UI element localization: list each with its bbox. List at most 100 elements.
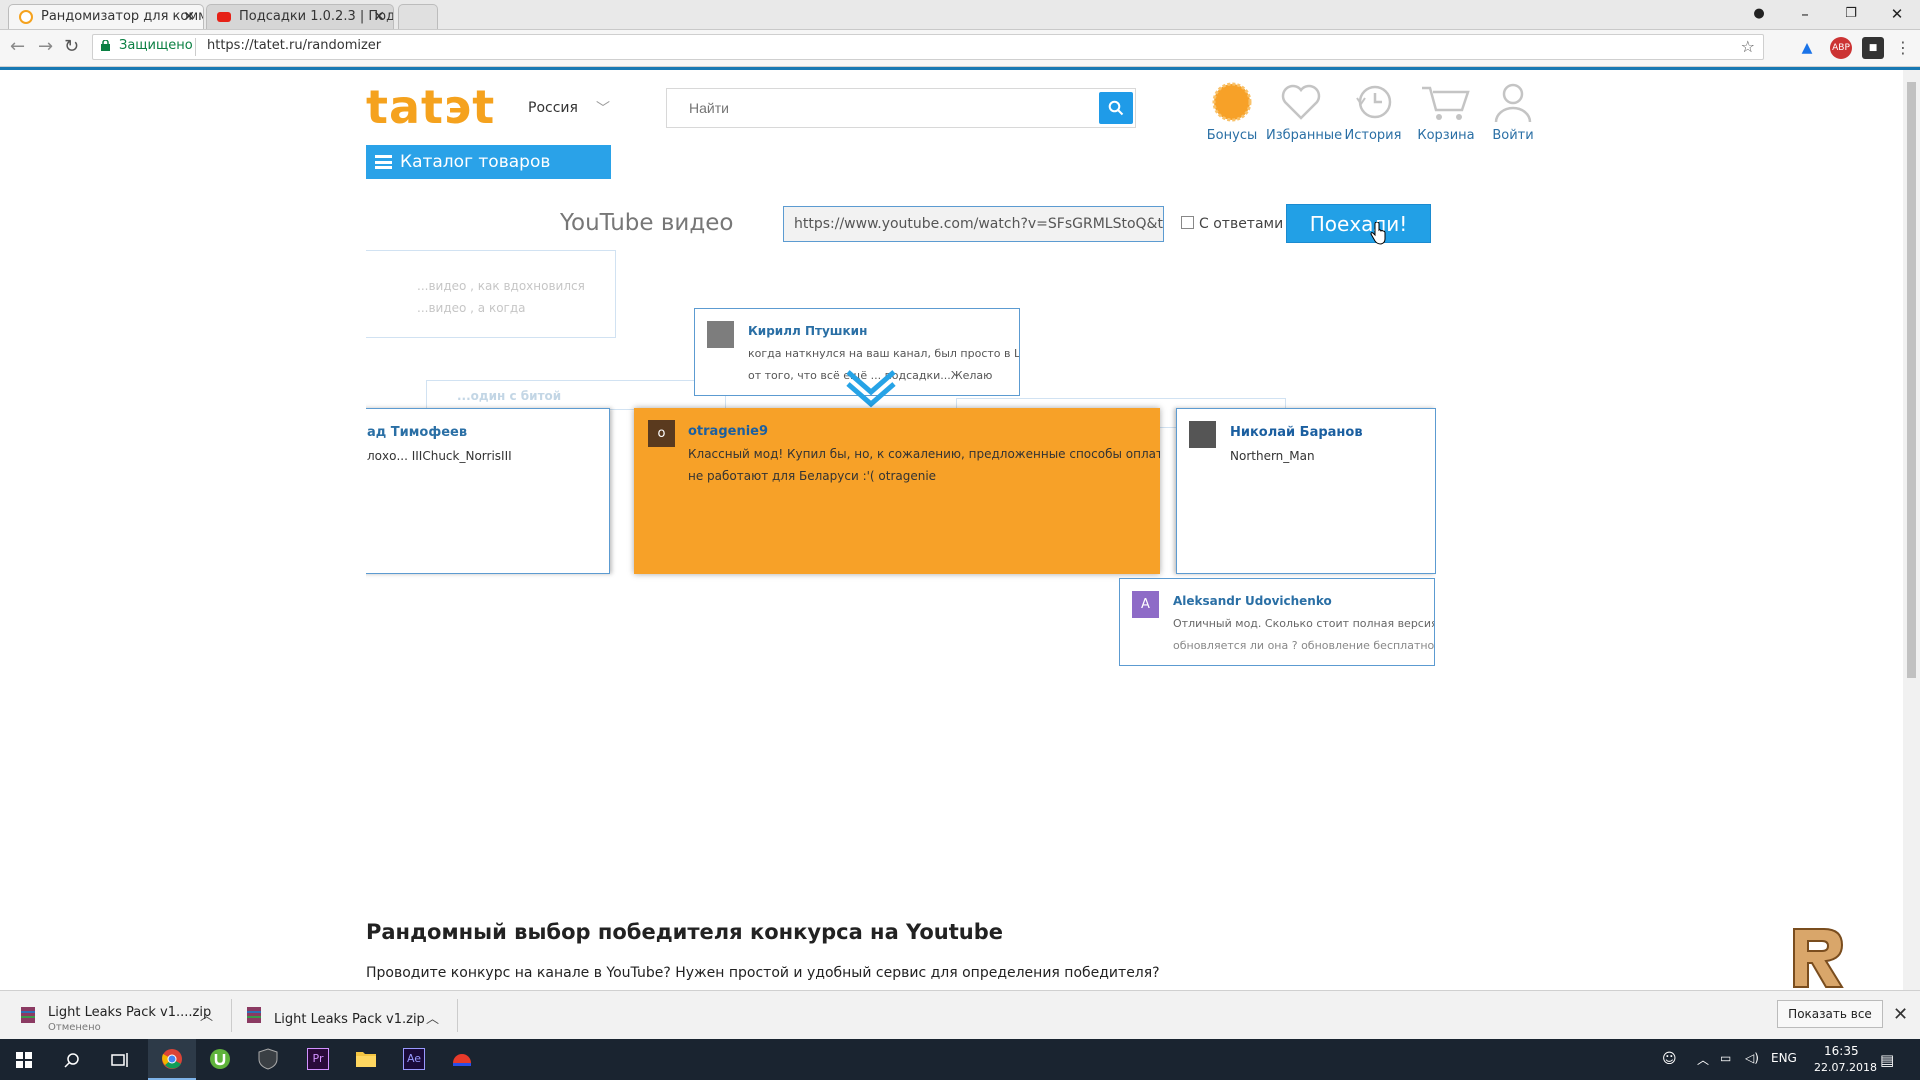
comment-card: ...видео , как вдохновился ...видео , а …	[366, 250, 616, 338]
clock-date[interactable]: 22.07.2018	[1814, 1061, 1877, 1074]
comment-card-baranov: Николай Баранов Northern_Man	[1176, 408, 1436, 574]
after-effects-icon: Ae	[403, 1048, 425, 1070]
comment-card: ...один с битой	[426, 380, 726, 410]
people-icon[interactable]: ☺	[1662, 1051, 1677, 1067]
explorer-taskbar-button[interactable]	[342, 1039, 390, 1080]
network-icon[interactable]: ▭	[1720, 1051, 1731, 1065]
checkbox-icon[interactable]	[1181, 216, 1194, 229]
back-icon[interactable]: ←	[10, 36, 25, 57]
profile-icon[interactable]: ●	[1736, 0, 1782, 28]
avatar: A	[1132, 591, 1159, 618]
chevron-down-icon[interactable]: ﹀	[596, 98, 610, 118]
search-input[interactable]	[687, 99, 1091, 117]
show-all-downloads-button[interactable]: Показать все	[1777, 1000, 1883, 1028]
channel-watermark-icon	[1793, 928, 1844, 988]
utorrent-taskbar-button[interactable]	[196, 1039, 244, 1080]
header-history[interactable]: История	[1338, 80, 1408, 143]
comment-card-udovichenko: A Aleksandr Udovichenko Отличный мод. Ск…	[1119, 578, 1435, 666]
bookmark-star-icon[interactable]: ☆	[1741, 37, 1755, 56]
youtube-url-input[interactable]: https://www.youtube.com/watch?v=SFsGRMLS…	[783, 206, 1164, 242]
utorrent-icon	[210, 1049, 230, 1069]
chevron-up-icon[interactable]: ︿	[200, 1005, 213, 1024]
tatet-favicon-icon	[19, 10, 33, 24]
forward-icon[interactable]: →	[38, 36, 53, 57]
close-downloads-icon[interactable]: ✕	[1893, 1004, 1908, 1025]
chevron-up-icon[interactable]: ︿	[426, 1008, 439, 1027]
header-login[interactable]: Войти	[1478, 80, 1548, 143]
wot-taskbar-button[interactable]	[244, 1039, 292, 1080]
archive-file-icon	[21, 1007, 35, 1023]
page-heading: Рандомный выбор победителя конкурса на Y…	[366, 920, 1003, 944]
catalog-button[interactable]: Каталог товаров	[366, 145, 611, 179]
download-item[interactable]: Light Leaks Pack v1.zip ︿	[246, 991, 446, 1040]
app-taskbar-button[interactable]	[438, 1039, 486, 1080]
bonus-sun-icon	[1212, 82, 1252, 122]
extension-badge-icon[interactable]: ■	[1862, 37, 1884, 59]
address-bar[interactable]: Защищено https://tatet.ru/randomizer ☆	[92, 34, 1764, 60]
volume-icon[interactable]: ◁)	[1745, 1051, 1759, 1065]
archive-file-icon	[247, 1007, 261, 1023]
search-button[interactable]	[1099, 92, 1133, 124]
task-view-button[interactable]	[96, 1039, 144, 1080]
chrome-menu-icon[interactable]: ⋮	[1892, 37, 1914, 59]
search-taskbar-button[interactable]	[48, 1039, 96, 1080]
url-text: https://tatet.ru/randomizer	[207, 38, 382, 53]
comment-card-timofeev: ад Тимофеев лохо... IIIChuck_NorrisIII	[366, 408, 610, 574]
tray-chevron-up-icon[interactable]: ︿	[1697, 1051, 1709, 1068]
clock-time[interactable]: 16:35	[1824, 1044, 1859, 1058]
go-button[interactable]: Поехали!	[1286, 204, 1431, 243]
premiere-icon: Pr	[307, 1048, 329, 1070]
premiere-taskbar-button[interactable]: Pr	[294, 1039, 342, 1080]
close-tab-icon[interactable]: ✕	[183, 5, 195, 29]
downloads-bar: Light Leaks Pack v1....zip Отменено ︿ Li…	[0, 990, 1920, 1040]
comments-stage: ...видео , как вдохновился ...видео , а …	[366, 240, 1436, 680]
page-scrollbar[interactable]	[1903, 70, 1920, 990]
avatar	[707, 321, 734, 348]
browser-tab-strip: Рандомизатор для комм ✕ Подсадки 1.0.2.3…	[0, 0, 1920, 30]
start-button[interactable]	[0, 1039, 48, 1080]
restore-icon[interactable]: ❐	[1828, 0, 1874, 28]
search-icon	[64, 1053, 79, 1068]
cart-icon	[1422, 86, 1470, 120]
chrome-icon	[162, 1049, 182, 1069]
site-logo[interactable]: tatэt	[366, 80, 495, 134]
minimize-icon[interactable]: –	[1782, 0, 1828, 28]
tab-youtube[interactable]: Подсадки 1.0.2.3 | Подп ✕	[206, 4, 394, 29]
shield-icon	[258, 1048, 278, 1070]
youtube-favicon-icon	[217, 12, 231, 22]
youtube-video-label: YouTube видео	[560, 210, 734, 236]
app-icon	[453, 1054, 471, 1066]
header-cart[interactable]: Корзина	[1411, 80, 1481, 143]
browser-toolbar: ← → ↻ Защищено https://tatet.ru/randomiz…	[0, 30, 1920, 67]
tab-title: Рандомизатор для комм	[41, 9, 204, 24]
notifications-icon[interactable]: ▤	[1880, 1051, 1894, 1069]
avatar	[1189, 421, 1216, 448]
drive-extension-icon[interactable]: ▲	[1796, 37, 1818, 59]
adblock-extension-icon[interactable]: ABP	[1830, 37, 1852, 59]
close-tab-icon[interactable]: ✕	[373, 5, 385, 29]
region-select[interactable]: Россия	[528, 100, 578, 116]
download-item[interactable]: Light Leaks Pack v1....zip Отменено ︿	[20, 991, 220, 1040]
new-tab-button[interactable]	[398, 4, 438, 29]
chrome-taskbar-button[interactable]	[148, 1039, 196, 1080]
windows-taskbar: Pr Ae ☺ ︿ ▭ ◁) ENG 16:35 22.07.2018 ▤	[0, 1039, 1920, 1080]
winner-comment-card: o otragenie9 Классный мод! Купил бы, но,…	[634, 408, 1160, 574]
header-favorites[interactable]: Избранные	[1266, 80, 1342, 143]
heart-icon	[1281, 84, 1321, 120]
search-box	[666, 88, 1136, 128]
tab-randomizer[interactable]: Рандомизатор для комм ✕	[8, 4, 204, 29]
close-window-icon[interactable]: ✕	[1874, 0, 1920, 28]
user-icon	[1494, 83, 1532, 123]
scrollbar-thumb[interactable]	[1907, 82, 1916, 678]
with-answers-checkbox[interactable]: С ответами	[1181, 216, 1283, 232]
after-effects-taskbar-button[interactable]: Ae	[390, 1039, 438, 1080]
lock-icon	[101, 40, 110, 51]
header-bonuses[interactable]: Бонусы	[1197, 80, 1267, 143]
windows-logo-icon	[16, 1052, 32, 1068]
reload-icon[interactable]: ↻	[64, 36, 79, 57]
folder-icon	[356, 1052, 376, 1067]
page-paragraph: Проводите конкурс на канале в YouTube? Н…	[366, 965, 1160, 981]
task-view-icon	[111, 1053, 128, 1067]
language-indicator[interactable]: ENG	[1771, 1051, 1797, 1065]
menu-icon	[375, 155, 392, 169]
